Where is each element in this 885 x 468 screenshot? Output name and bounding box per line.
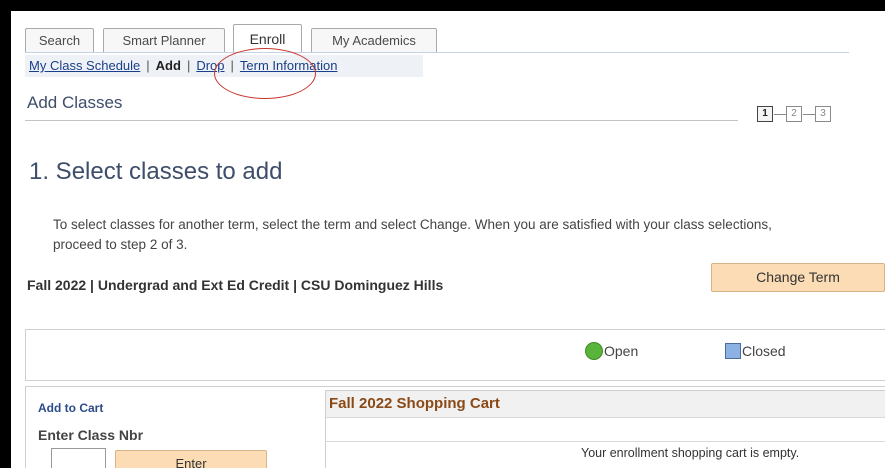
class-nbr-input[interactable]: [51, 448, 106, 468]
annotation-circle: [214, 48, 316, 99]
selected-term: Fall 2022 | Undergrad and Ext Ed Credit …: [27, 277, 444, 293]
shopping-cart-title: Fall 2022 Shopping Cart: [326, 391, 885, 418]
change-term-button[interactable]: Change Term: [711, 263, 885, 292]
step-connector: [774, 114, 786, 115]
enter-class-nbr-label: Enter Class Nbr: [38, 427, 144, 443]
tab-smart-planner[interactable]: Smart Planner: [103, 28, 225, 53]
title-divider: [25, 120, 738, 121]
add-current-item: Add: [155, 58, 181, 73]
step-indicator: 1 2 3: [757, 106, 867, 130]
page-title: Add Classes: [27, 93, 123, 112]
subnav-separator: |: [186, 58, 191, 73]
step-1: 1: [757, 106, 773, 122]
tab-underline: [25, 52, 849, 53]
tab-my-academics[interactable]: My Academics: [311, 28, 437, 53]
shopping-cart-header-row: [326, 418, 885, 442]
closed-status-icon: [725, 343, 741, 359]
tab-search[interactable]: Search: [25, 28, 94, 53]
step-3: 3: [815, 106, 831, 122]
open-status-label: Open: [604, 343, 639, 359]
shopping-cart-empty-message: Your enrollment shopping cart is empty.: [581, 446, 800, 460]
closed-status-label: Closed: [742, 343, 786, 359]
instructions-text: To select classes for another term, sele…: [53, 217, 772, 252]
step-connector: [803, 114, 815, 115]
open-status-icon: [585, 342, 603, 360]
subnav-separator: |: [146, 58, 150, 73]
step-2: 2: [786, 106, 802, 122]
section-title: 1. Select classes to add: [29, 158, 283, 185]
enter-button[interactable]: Enter: [115, 450, 267, 468]
add-to-cart-heading: Add to Cart: [38, 401, 104, 415]
app-window: Search Smart Planner Enroll My Academics…: [11, 11, 885, 468]
my-class-schedule-link[interactable]: My Class Schedule: [29, 58, 140, 73]
